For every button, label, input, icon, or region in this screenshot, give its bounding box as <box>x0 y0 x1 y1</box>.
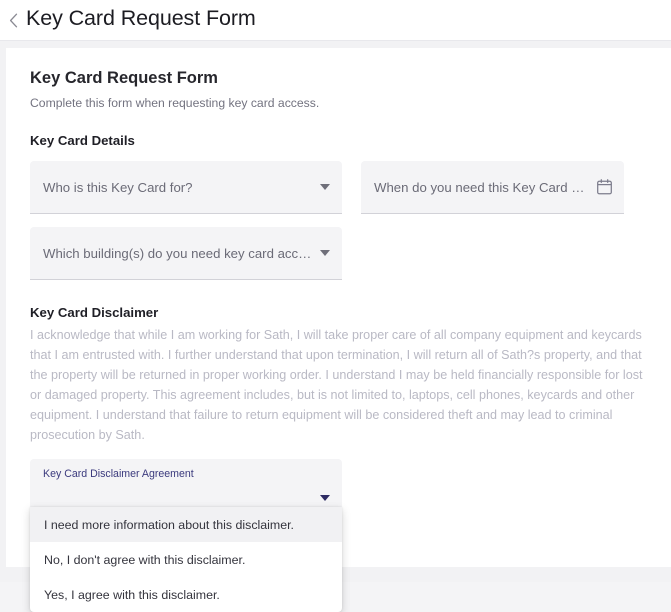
page-body: Key Card Request Form Complete this form… <box>0 41 671 612</box>
disclaimer-agreement-dropdown: I need more information about this discl… <box>30 507 342 612</box>
form-subtitle: Complete this form when requesting key c… <box>30 96 320 111</box>
dropdown-option-disagree[interactable]: No, I don't agree with this disclaimer. <box>30 542 342 577</box>
calendar-icon[interactable] <box>597 179 612 195</box>
field-row-2: Which building(s) do you need key card a… <box>30 227 647 281</box>
chevron-down-icon <box>320 250 330 257</box>
disclaimer-text: I acknowledge that while I am working fo… <box>30 328 643 442</box>
section-title-key-card-details: Key Card Details <box>30 133 135 149</box>
back-button[interactable] <box>0 5 26 35</box>
form-title: Key Card Request Form <box>30 69 218 87</box>
key-card-date-label: When do you need this Key Card by? <box>374 179 591 195</box>
building-access-select[interactable]: Which building(s) do you need key card a… <box>30 227 342 281</box>
disclaimer-agreement-label: Key Card Disclaimer Agreement <box>43 467 194 480</box>
field-row-1: Who is this Key Card for? When do you ne… <box>30 161 647 215</box>
chevron-left-icon <box>9 13 18 28</box>
disclaimer-title: Key Card Disclaimer <box>30 305 159 321</box>
top-app-bar: Key Card Request Form <box>0 0 671 41</box>
dropdown-option-label: I need more information about this discl… <box>44 517 295 532</box>
building-access-label: Which building(s) do you need key card a… <box>43 245 312 261</box>
disclaimer-agreement-select[interactable]: Key Card Disclaimer Agreement <box>30 458 342 512</box>
key-card-date-field[interactable]: When do you need this Key Card by? <box>361 161 624 215</box>
field-row-3: Key Card Disclaimer Agreement <box>30 458 647 512</box>
key-card-recipient-label: Who is this Key Card for? <box>43 179 193 195</box>
key-card-recipient-select[interactable]: Who is this Key Card for? <box>30 161 342 215</box>
dropdown-option-label: Yes, I agree with this disclaimer. <box>44 587 220 602</box>
app-root: Key Card Request Form Key Card Request F… <box>0 0 671 612</box>
form-card: Key Card Request Form Complete this form… <box>6 48 671 567</box>
dropdown-option-label: No, I don't agree with this disclaimer. <box>44 552 246 567</box>
page-title: Key Card Request Form <box>26 6 256 31</box>
dropdown-option-more-info[interactable]: I need more information about this discl… <box>30 507 342 542</box>
chevron-down-icon <box>320 494 330 501</box>
chevron-down-icon <box>320 184 330 191</box>
dropdown-option-agree[interactable]: Yes, I agree with this disclaimer. <box>30 577 342 612</box>
